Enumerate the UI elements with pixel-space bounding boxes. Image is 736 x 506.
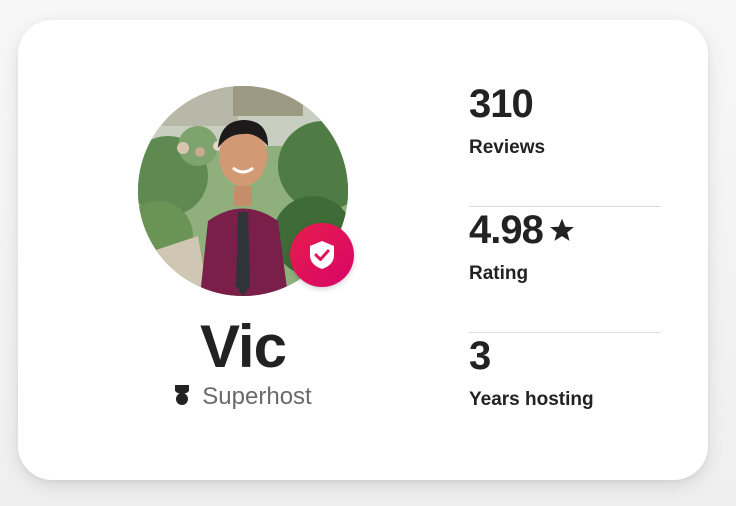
years-hosting-value: 3 <box>469 334 491 378</box>
host-name: Vic <box>200 313 287 380</box>
avatar-container <box>138 86 354 296</box>
stat-label: Reviews <box>469 137 546 158</box>
page: Vic Superhost 310 Reviews 4.98 Rating 3 … <box>0 0 736 506</box>
stat-label: Rating <box>469 263 529 284</box>
rating-value: 4.98 <box>469 208 544 252</box>
stat-rating[interactable]: 4.98 Rating <box>469 206 661 332</box>
host-identity: Vic Superhost <box>18 20 468 480</box>
superhost-label: Superhost <box>202 383 312 410</box>
stat-label: Years hosting <box>469 389 594 410</box>
stat-value: 3 <box>469 332 661 380</box>
stat-reviews[interactable]: 310 Reviews <box>469 80 661 206</box>
superhost-medal-icon <box>174 384 190 411</box>
star-icon <box>549 206 575 254</box>
verified-shield-icon <box>290 223 354 287</box>
stat-value: 310 <box>469 80 661 128</box>
host-stats: 310 Reviews 4.98 Rating 3 Years hosting <box>469 80 661 458</box>
host-profile-card[interactable]: Vic Superhost 310 Reviews 4.98 Rating 3 … <box>18 20 708 480</box>
reviews-count: 310 <box>469 82 534 126</box>
superhost-badge: Superhost <box>18 382 468 412</box>
stat-years-hosting[interactable]: 3 Years hosting <box>469 332 661 458</box>
stat-value: 4.98 <box>469 206 661 254</box>
